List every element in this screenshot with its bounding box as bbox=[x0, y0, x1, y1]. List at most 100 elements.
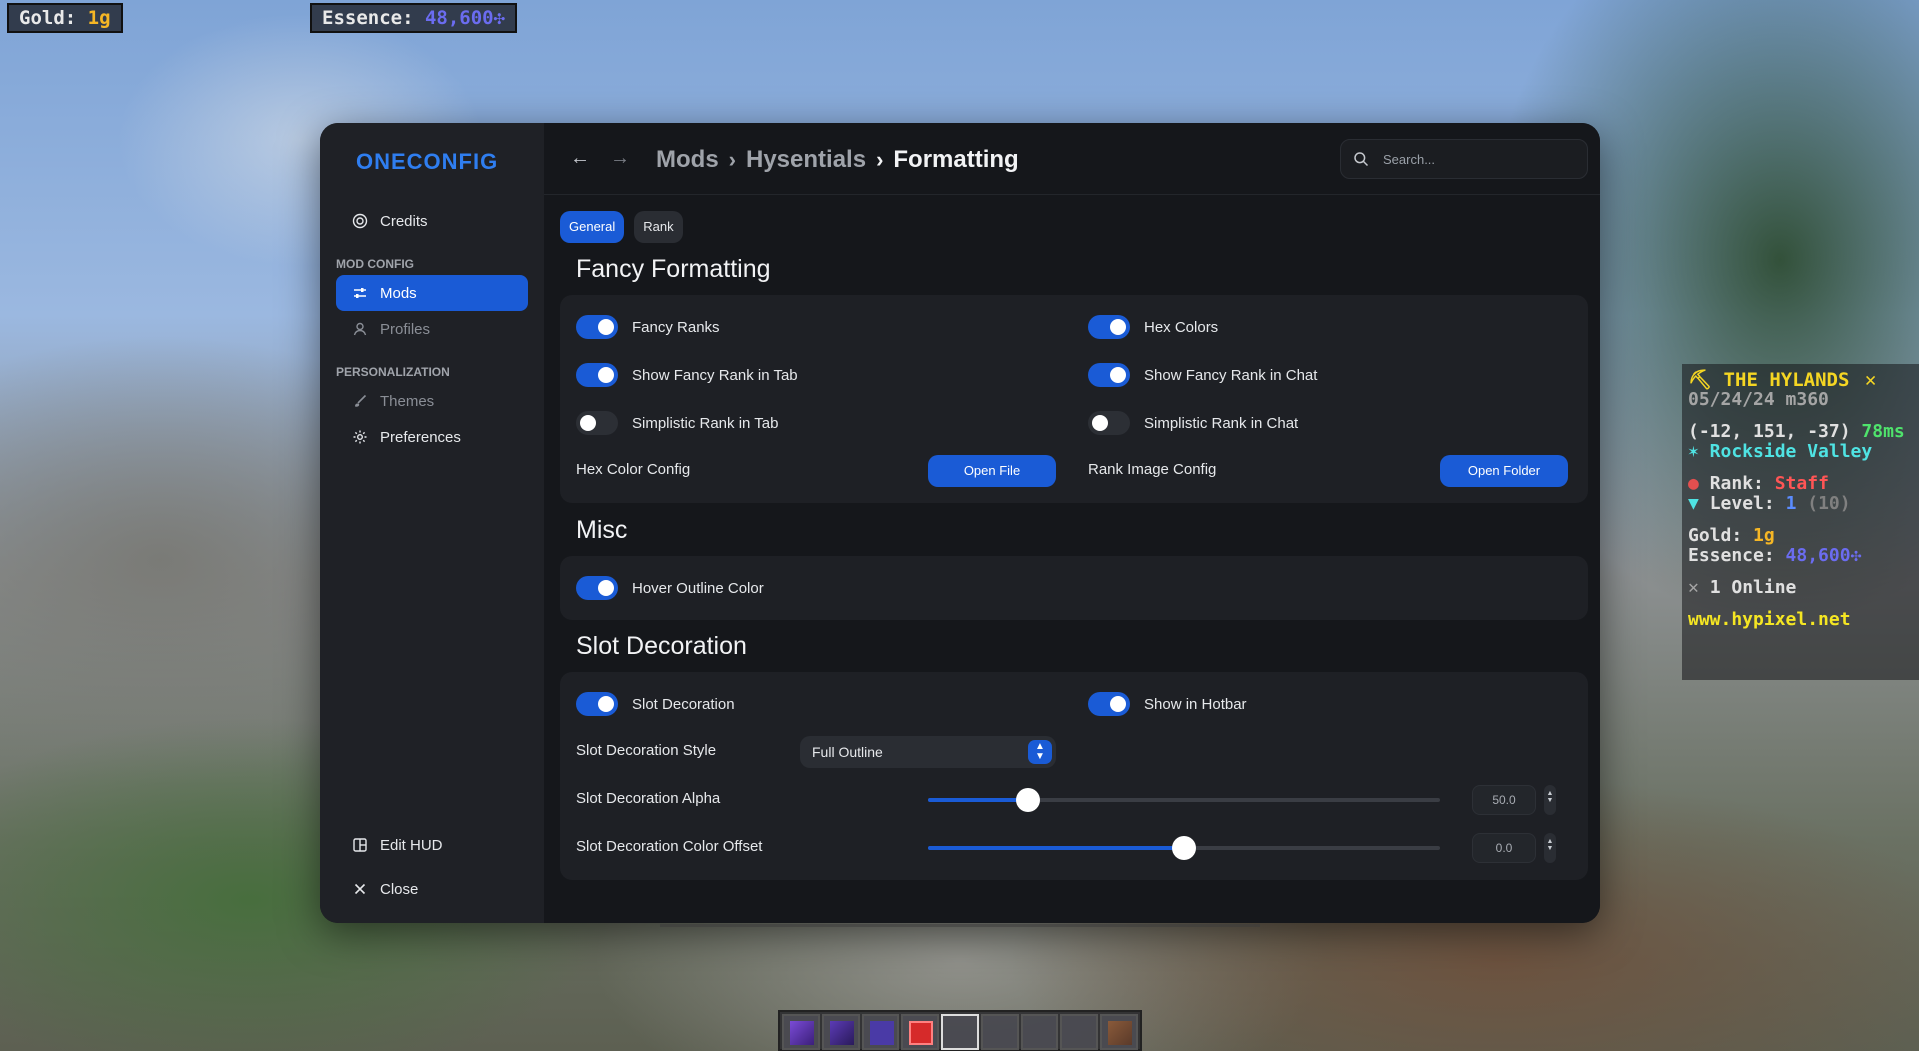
alpha-slider[interactable] bbox=[928, 788, 1440, 812]
hotbar-slot[interactable] bbox=[980, 1014, 1019, 1050]
show-fancy-rank-chat-toggle[interactable] bbox=[1088, 363, 1130, 387]
scoreboard-gold-value: 1g bbox=[1753, 525, 1775, 546]
search-box[interactable] bbox=[1340, 139, 1588, 179]
scoreboard-rank-line: ● Rank: Staff bbox=[1688, 474, 1913, 494]
open-file-button[interactable]: Open File bbox=[928, 455, 1056, 487]
search-icon bbox=[1353, 151, 1369, 167]
setting-rank-image-config: Rank Image Config bbox=[1088, 461, 1216, 478]
misc-card: Hover Outline Color bbox=[560, 556, 1588, 620]
sidebar-item-themes[interactable]: Themes bbox=[336, 383, 528, 419]
topbar: ← → Mods › Hysentials › Formatting bbox=[544, 123, 1600, 195]
essence-hud-value: 48,600✣ bbox=[424, 7, 506, 29]
hotbar-slot[interactable] bbox=[861, 1014, 900, 1050]
scoreboard-rank-value: Staff bbox=[1774, 473, 1829, 494]
open-folder-button[interactable]: Open Folder bbox=[1440, 455, 1568, 487]
show-fancy-rank-tab-toggle[interactable] bbox=[576, 363, 618, 387]
hotbar-slot[interactable] bbox=[821, 1014, 860, 1050]
setting-label: Fancy Ranks bbox=[632, 318, 720, 336]
setting-label: Show Fancy Rank in Tab bbox=[632, 366, 798, 384]
hotbar-slot[interactable] bbox=[1100, 1014, 1139, 1050]
color-offset-slider-fill bbox=[928, 846, 1184, 850]
scoreboard-online-line: ✕ 1 Online bbox=[1688, 578, 1913, 598]
sidebar-item-preferences[interactable]: Preferences bbox=[336, 419, 528, 455]
setting-label: Hex Color Config bbox=[576, 461, 691, 478]
setting-label: Slot Decoration Alpha bbox=[576, 790, 721, 807]
setting-label: Show Fancy Rank in Chat bbox=[1144, 366, 1318, 384]
setting-label: Rank Image Config bbox=[1088, 461, 1217, 478]
color-offset-slider-knob[interactable] bbox=[1172, 836, 1196, 860]
scoreboard-essence-label: Essence: bbox=[1688, 545, 1775, 566]
hotbar bbox=[778, 1010, 1142, 1051]
show-in-hotbar-toggle[interactable] bbox=[1088, 692, 1130, 716]
alpha-number-input[interactable]: 50.0 bbox=[1472, 785, 1536, 815]
scoreboard-coords: (-12, 151, -37) bbox=[1688, 421, 1851, 442]
close-icon bbox=[352, 881, 368, 897]
color-offset-slider[interactable] bbox=[928, 836, 1440, 860]
alpha-slider-knob[interactable] bbox=[1015, 788, 1040, 812]
scoreboard-close-icon: ✕ bbox=[1864, 369, 1877, 391]
tab-bar: General Rank bbox=[560, 211, 683, 243]
sidebar-item-profiles[interactable]: Profiles bbox=[336, 311, 528, 347]
hotbar-slot[interactable] bbox=[1020, 1014, 1059, 1050]
sidebar-item-credits[interactable]: Credits bbox=[336, 203, 528, 239]
setting-slot-decoration-alpha: Slot Decoration Alpha bbox=[576, 790, 720, 807]
setting-fancy-ranks: Fancy Ranks bbox=[576, 315, 720, 339]
edit-hud-button[interactable]: Edit HUD bbox=[336, 827, 528, 863]
sidebar-item-mods[interactable]: Mods bbox=[336, 275, 528, 311]
barrier-icon bbox=[909, 1021, 934, 1045]
slot-decoration-toggle[interactable] bbox=[576, 692, 618, 716]
simplistic-rank-chat-toggle[interactable] bbox=[1088, 411, 1130, 435]
alpha-stepper-icon[interactable]: ▲ ▼ bbox=[1544, 785, 1556, 815]
back-arrow-icon[interactable]: ← bbox=[570, 147, 590, 170]
close-label: Close bbox=[380, 880, 419, 898]
setting-hover-outline-color: Hover Outline Color bbox=[576, 576, 764, 600]
scoreboard-essence-value: 48,600✣ bbox=[1785, 545, 1862, 566]
forward-arrow-icon[interactable]: → bbox=[610, 147, 630, 170]
sword-icon bbox=[790, 1021, 814, 1045]
scoreboard-title: ⛏ THE HYLANDS ✕ bbox=[1688, 370, 1913, 390]
setting-simplistic-rank-tab: Simplistic Rank in Tab bbox=[576, 411, 778, 435]
chevron-updown-icon: ▲ ▼ bbox=[1028, 740, 1052, 764]
hex-colors-toggle[interactable] bbox=[1088, 315, 1130, 339]
chevron-right-icon: › bbox=[728, 147, 736, 172]
swords-icon: ✕ bbox=[1688, 577, 1699, 598]
scoreboard-level-line: ▼ Level: 1 (10) bbox=[1688, 494, 1913, 514]
personalization-heading: PERSONALIZATION bbox=[336, 365, 450, 379]
hotbar-slot[interactable] bbox=[782, 1014, 820, 1050]
essence-hud-label: Essence: bbox=[322, 7, 414, 29]
divider bbox=[660, 924, 1260, 927]
setting-hex-colors: Hex Colors bbox=[1088, 315, 1218, 339]
breadcrumb-item[interactable]: Mods bbox=[656, 146, 719, 174]
slot-decoration-card: Slot Decoration Show in Hotbar Slot Deco… bbox=[560, 672, 1588, 880]
setting-show-in-hotbar: Show in Hotbar bbox=[1088, 692, 1247, 716]
scoreboard: ⛏ THE HYLANDS ✕ 05/24/24 m360 (-12, 151,… bbox=[1682, 364, 1919, 680]
hotbar-slot[interactable] bbox=[1060, 1014, 1099, 1050]
setting-slot-decoration: Slot Decoration bbox=[576, 692, 735, 716]
chevron-right-icon: › bbox=[876, 147, 884, 172]
tab-general[interactable]: General bbox=[560, 211, 625, 243]
select-value: Full Outline bbox=[812, 744, 883, 760]
gold-hud: Gold: 1g bbox=[7, 3, 123, 33]
tab-rank[interactable]: Rank bbox=[634, 211, 683, 243]
scoreboard-location: ✶ Rockside Valley bbox=[1688, 441, 1873, 462]
scoreboard-essence-line: Essence: 48,600✣ bbox=[1688, 546, 1913, 566]
book-icon bbox=[1108, 1021, 1133, 1045]
close-button[interactable]: Close bbox=[336, 871, 528, 907]
sidebar-item-label: Themes bbox=[380, 392, 435, 410]
search-input[interactable] bbox=[1383, 151, 1563, 167]
main-content: ← → Mods › Hysentials › Formatting Gener… bbox=[544, 123, 1600, 923]
scoreboard-title-text: ⛏ THE HYLANDS bbox=[1688, 369, 1850, 391]
pickaxe-icon bbox=[829, 1021, 854, 1045]
hover-outline-color-toggle[interactable] bbox=[576, 576, 618, 600]
slot-decoration-style-select[interactable]: Full Outline ▲ ▼ bbox=[800, 736, 1056, 768]
hotbar-slot-selected[interactable] bbox=[941, 1014, 979, 1050]
setting-label: Slot Decoration Style bbox=[576, 742, 717, 759]
simplistic-rank-tab-toggle[interactable] bbox=[576, 411, 618, 435]
breadcrumb-item[interactable]: Hysentials bbox=[746, 146, 866, 174]
fancy-ranks-toggle[interactable] bbox=[576, 315, 618, 339]
color-offset-number-input[interactable]: 0.0 bbox=[1472, 833, 1536, 863]
gold-hud-value: 1g bbox=[87, 7, 111, 29]
scoreboard-website: www.hypixel.net bbox=[1688, 609, 1851, 630]
hotbar-slot[interactable] bbox=[901, 1014, 940, 1050]
color-offset-stepper-icon[interactable]: ▲ ▼ bbox=[1544, 833, 1556, 863]
